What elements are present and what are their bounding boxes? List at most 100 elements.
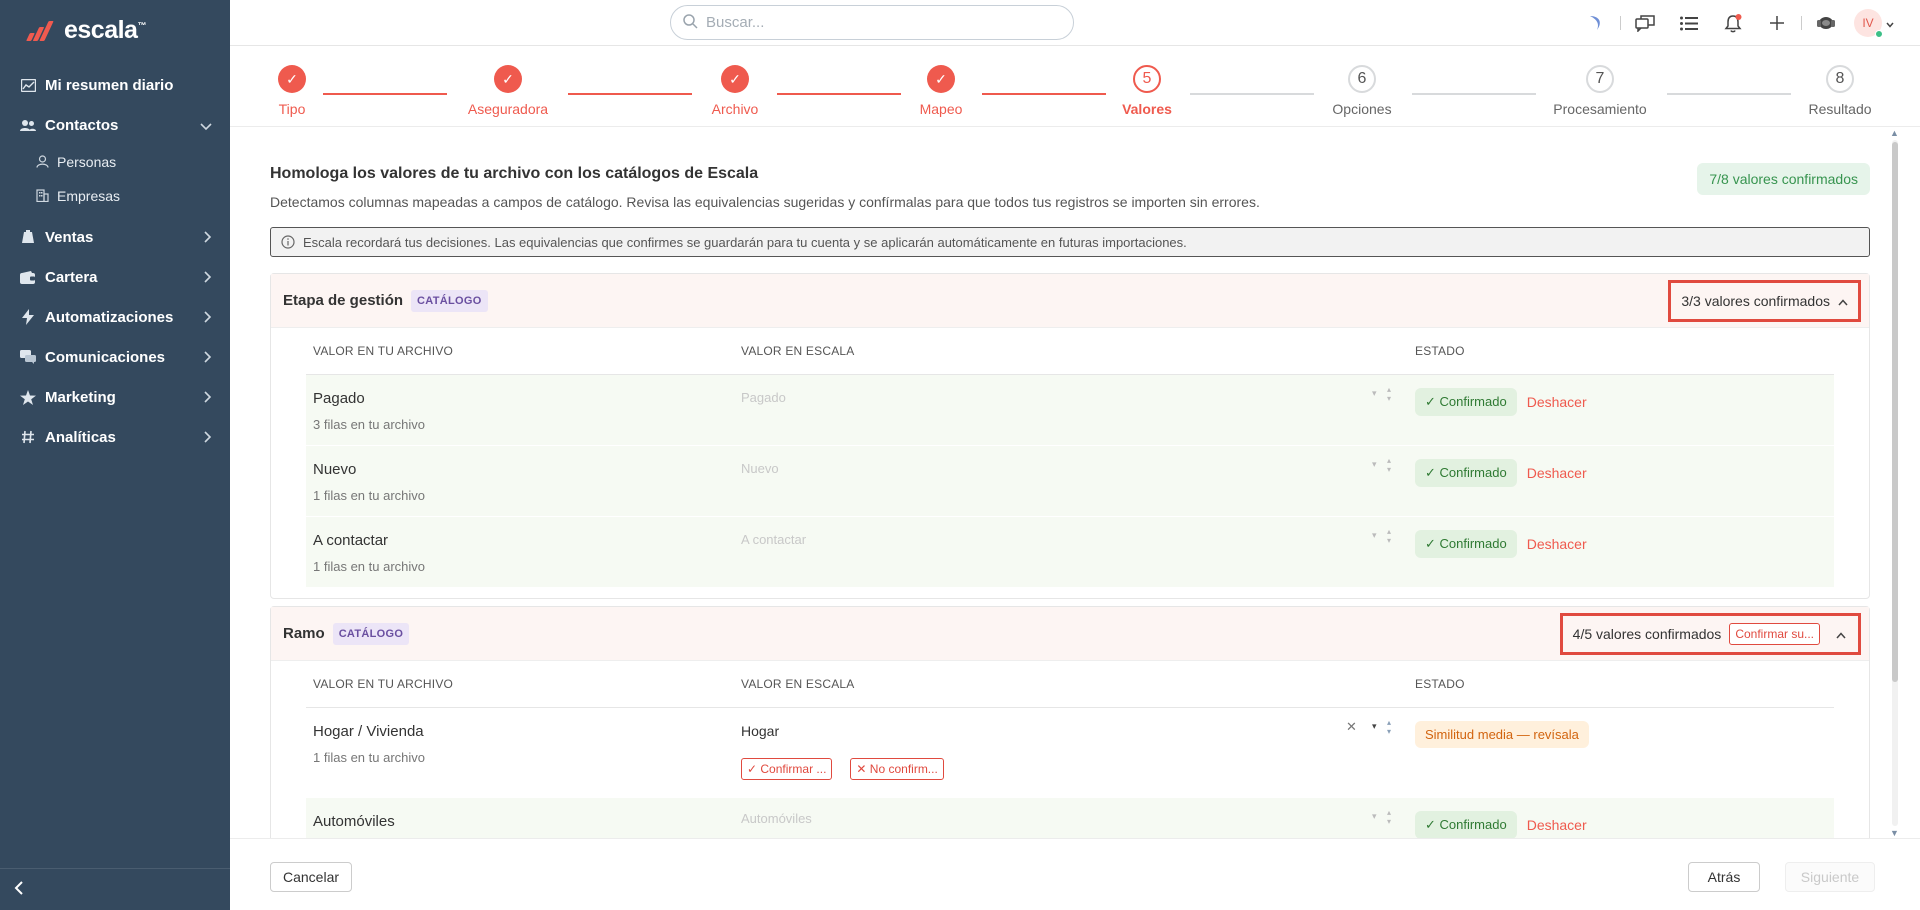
step-connector xyxy=(1667,93,1791,95)
step-label: Opciones xyxy=(1332,101,1392,117)
conversations-icon[interactable] xyxy=(1623,0,1667,46)
step-label: Archivo xyxy=(711,101,759,117)
sidebar-subitem-empresas[interactable]: Empresas xyxy=(0,179,230,213)
avatar[interactable]: IV xyxy=(1854,9,1883,38)
row-count: 1 filas en tu archivo xyxy=(313,750,426,765)
scrollbar-thumb[interactable] xyxy=(1892,142,1898,682)
sidebar-item-marketing[interactable]: Marketing xyxy=(0,377,230,417)
undo-link[interactable]: Deshacer xyxy=(1527,465,1587,481)
sidebar-item-analiticas[interactable]: Analíticas xyxy=(0,417,230,457)
vertical-scrollbar[interactable]: ▲ ▼ xyxy=(1890,128,1899,838)
section-header[interactable]: Etapa de gestión CATÁLOGO 3/3 valores co… xyxy=(271,274,1869,328)
step-valores[interactable]: 5 Valores xyxy=(1087,65,1207,117)
undo-link[interactable]: Deshacer xyxy=(1527,536,1587,552)
building-icon xyxy=(36,189,50,203)
section-summary-text: 4/5 valores confirmados xyxy=(1572,626,1722,642)
info-banner: Escala recordará tus decisiones. Las equ… xyxy=(270,227,1870,257)
step-label: Tipo xyxy=(278,101,306,117)
separator xyxy=(1801,16,1802,30)
step-number: 7 xyxy=(1586,65,1614,93)
search-input[interactable] xyxy=(706,14,1046,31)
row-actions: ✓ Confirmar ... ✕ No confirm... xyxy=(741,758,944,780)
sidebar-item-comunicaciones[interactable]: Comunicaciones xyxy=(0,337,230,377)
add-plus-icon[interactable] xyxy=(1755,0,1799,46)
next-button[interactable]: Siguiente xyxy=(1785,862,1875,892)
section-summary: 4/5 valores confirmados Confirmar su... xyxy=(1559,613,1861,655)
chevron-right-icon xyxy=(204,350,212,367)
chevron-up-icon[interactable] xyxy=(1838,293,1848,309)
dropdown-caret-icon[interactable]: ▾ xyxy=(1372,722,1377,731)
step-resultado[interactable]: 8 Resultado xyxy=(1780,65,1900,117)
logo-mark-icon xyxy=(24,19,58,43)
section-summary[interactable]: 3/3 valores confirmados xyxy=(1668,280,1861,322)
step-aseguradora[interactable]: ✓ Aseguradora xyxy=(448,65,568,117)
chat-icon xyxy=(20,349,36,365)
support-headset-icon[interactable] xyxy=(1804,0,1848,46)
status-cell: ✓ Confirmado Deshacer xyxy=(1415,388,1587,416)
chevron-down-icon xyxy=(1886,15,1894,31)
sidebar-item-label: Marketing xyxy=(45,388,116,406)
sidebar-collapse-button[interactable] xyxy=(0,868,230,910)
escala-value-select[interactable]: Nuevo xyxy=(741,461,779,476)
step-opciones[interactable]: 6 Opciones xyxy=(1302,65,1422,117)
step-done-check-icon: ✓ xyxy=(721,65,749,93)
hashtag-icon xyxy=(20,429,36,445)
escala-value-select[interactable]: A contactar xyxy=(741,532,806,547)
chevron-right-icon xyxy=(204,310,212,327)
sidebar-nav: Mi resumen diario Contactos Personas Emp… xyxy=(0,65,230,457)
sidebar-item-automatizaciones[interactable]: Automatizaciones xyxy=(0,297,230,337)
escala-value-select[interactable]: Automóviles xyxy=(741,811,812,826)
chevron-right-icon xyxy=(204,390,212,407)
sidebar-item-contactos[interactable]: Contactos xyxy=(0,105,230,145)
step-number: 5 xyxy=(1133,65,1161,93)
sort-arrows-icon: ▴ ▾ xyxy=(1387,527,1392,545)
escala-logo[interactable]: escala™ xyxy=(24,16,146,45)
dropdown-caret-icon[interactable]: ▾ xyxy=(1372,460,1377,469)
reject-button[interactable]: ✕ No confirm... xyxy=(850,758,944,780)
dropdown-caret-icon[interactable]: ▾ xyxy=(1372,812,1377,821)
escala-value-select[interactable]: Hogar xyxy=(741,723,779,739)
confirm-button[interactable]: ✓ Confirmar ... xyxy=(741,758,833,780)
search-box[interactable] xyxy=(670,5,1074,40)
avatar-initials: IV xyxy=(1862,16,1874,30)
dropdown-caret-icon[interactable]: ▾ xyxy=(1372,531,1377,540)
step-tipo[interactable]: ✓ Tipo xyxy=(232,65,352,117)
step-done-check-icon: ✓ xyxy=(494,65,522,93)
star-icon xyxy=(20,389,36,405)
column-header-escala-value: VALOR EN ESCALA xyxy=(741,344,855,358)
tasks-list-icon[interactable] xyxy=(1667,0,1711,46)
sidebar-item-ventas[interactable]: Ventas xyxy=(0,217,230,257)
footer-bar: Cancelar Atrás Siguiente xyxy=(230,838,1920,910)
chart-icon xyxy=(20,77,36,93)
user-menu[interactable]: IV xyxy=(1848,0,1900,46)
page-description: Detectamos columnas mapeadas a campos de… xyxy=(270,194,1260,210)
step-archivo[interactable]: ✓ Archivo xyxy=(675,65,795,117)
scroll-down-arrow-icon[interactable]: ▼ xyxy=(1890,828,1899,838)
step-procesamiento[interactable]: 7 Procesamiento xyxy=(1540,65,1660,117)
escala-value-select[interactable]: Pagado xyxy=(741,390,786,405)
values-table: VALOR EN TU ARCHIVO VALOR EN ESCALA ESTA… xyxy=(306,661,1834,838)
section-header[interactable]: Ramo CATÁLOGO 4/5 valores confirmados Co… xyxy=(271,607,1869,661)
sidebar-item-resumen[interactable]: Mi resumen diario xyxy=(0,65,230,105)
column-header-escala-value: VALOR EN ESCALA xyxy=(741,677,855,691)
chevron-right-icon xyxy=(204,430,212,447)
sidebar-subitem-personas[interactable]: Personas xyxy=(0,145,230,179)
assistant-icon[interactable] xyxy=(1574,0,1618,46)
undo-link[interactable]: Deshacer xyxy=(1527,817,1587,833)
chevron-right-icon xyxy=(204,270,212,287)
clear-icon[interactable]: ✕ xyxy=(1346,719,1357,735)
dropdown-caret-icon[interactable]: ▾ xyxy=(1372,389,1377,398)
row-count: 3 filas en tu archivo xyxy=(313,417,426,432)
undo-link[interactable]: Deshacer xyxy=(1527,394,1587,410)
cancel-button[interactable]: Cancelar xyxy=(270,862,352,892)
notifications-bell-icon[interactable] xyxy=(1711,0,1755,46)
step-label: Resultado xyxy=(1808,101,1872,117)
scroll-up-arrow-icon[interactable]: ▲ xyxy=(1890,128,1899,138)
confirm-suggestions-button[interactable]: Confirmar su... xyxy=(1729,623,1820,645)
topbar: IV xyxy=(230,0,1920,46)
medium-similarity-badge: Similitud media — revísala xyxy=(1415,721,1589,748)
sidebar-item-cartera[interactable]: Cartera xyxy=(0,257,230,297)
step-mapeo[interactable]: ✓ Mapeo xyxy=(881,65,1001,117)
chevron-up-icon[interactable] xyxy=(1836,626,1846,642)
back-button[interactable]: Atrás xyxy=(1688,862,1760,892)
